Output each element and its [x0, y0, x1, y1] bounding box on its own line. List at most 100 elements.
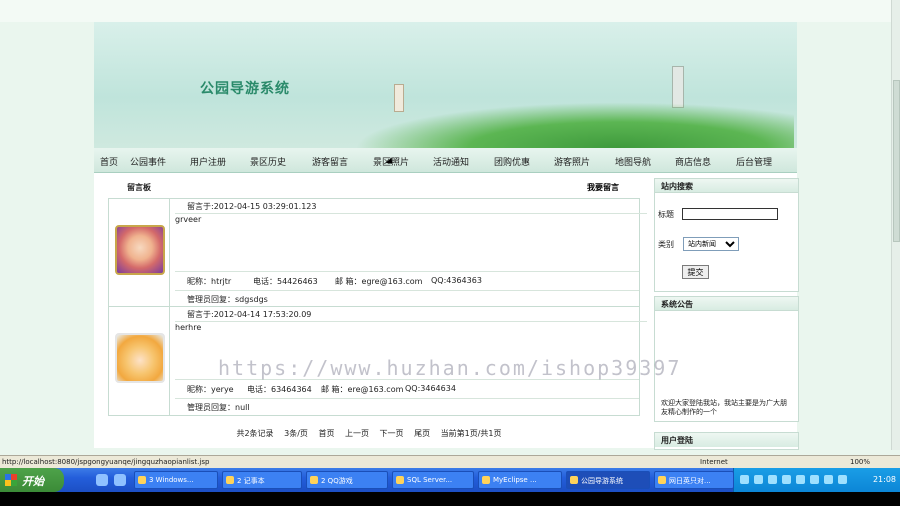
- taskbar-button-label: MyEclipse ...: [493, 476, 537, 484]
- partial-red-header: [100, 0, 380, 14]
- web-page: 公园导游系统 首页 公园事件 用户注册 景区历史 游客留言 景区照片 活动通知 团购优惠 游客照…: [94, 22, 799, 450]
- screen-bottom-bar: [0, 492, 900, 506]
- site-search-box: 站内搜索 标题 类别 站内新闻 提交: [654, 178, 799, 292]
- nav-item[interactable]: 首页: [100, 155, 118, 168]
- message-content: herhre: [175, 323, 202, 332]
- tray-icon[interactable]: [810, 475, 819, 484]
- tray-icon[interactable]: [838, 475, 847, 484]
- app-icon: [138, 476, 146, 484]
- nav-item[interactable]: 景区历史: [250, 155, 286, 168]
- app-icon: [396, 476, 404, 484]
- desktop-quicklaunch-icon[interactable]: [114, 474, 126, 486]
- taskbar: 开始 21:08 3 Windows... 2 记事本 2 QQ游戏 SQL Serv…: [0, 468, 900, 492]
- avatar-cell: [109, 199, 170, 307]
- taskbar-button[interactable]: MyEclipse ...: [478, 471, 562, 489]
- browser-status-bar: http://localhost:8080/jspgongyuanqe/jing…: [0, 455, 900, 469]
- sidebar: 站内搜索 标题 类别 站内新闻 提交 系统公告 欢迎大家登陆我站，我站主要是为广…: [654, 178, 799, 450]
- pager-per-page: 3条/页: [284, 429, 308, 438]
- island-decoration: [354, 102, 794, 148]
- pager-next[interactable]: 下一页: [380, 428, 404, 439]
- leave-message-link[interactable]: 我要留言: [587, 182, 619, 193]
- admin-reply: 管理员回复：null: [175, 398, 639, 415]
- windows-logo-icon: [5, 474, 17, 486]
- message-meta: 昵称：yerye 电话：63464364 邮 箱：ere@163.com QQ:…: [175, 379, 639, 398]
- app-icon: [226, 476, 234, 484]
- app-icon: [310, 476, 318, 484]
- message-meta: 昵称：htrjtr 电话：54426463 邮 箱：egre@163.com Q…: [175, 271, 639, 290]
- taskbar-button[interactable]: 2 QQ游戏: [306, 471, 388, 489]
- start-button[interactable]: 开始: [0, 468, 64, 492]
- tray-icon[interactable]: [824, 475, 833, 484]
- ie-quicklaunch-icon[interactable]: [96, 474, 108, 486]
- taskbar-button[interactable]: 网日英只对...: [654, 471, 734, 489]
- notice-title: 系统公告: [655, 297, 798, 311]
- board-title: 留言板: [127, 183, 151, 192]
- taskbar-button[interactable]: 公园导游系统: [566, 471, 650, 489]
- search-title: 站内搜索: [655, 179, 798, 193]
- pager-prev[interactable]: 上一页: [345, 428, 369, 439]
- message-content: grveer: [175, 215, 202, 224]
- nav-item[interactable]: 游客照片: [554, 155, 590, 168]
- nav-item[interactable]: 地图导航: [615, 155, 651, 168]
- admin-reply-text: 管理员回复：null: [187, 403, 250, 412]
- taskbar-button-label: 3 Windows...: [149, 476, 194, 484]
- submit-button[interactable]: 提交: [682, 265, 709, 279]
- pager-first[interactable]: 首页: [318, 428, 334, 439]
- taskbar-button-label: SQL Server...: [407, 476, 453, 484]
- nickname: 昵称：yerye: [187, 385, 234, 394]
- qq: QQ:4364363: [431, 276, 482, 285]
- message-board: 留言板 我要留言 留言于:2012-04-15 03:29:01.123 grv…: [94, 178, 647, 448]
- taskbar-button-label: 公园导游系统: [581, 477, 623, 485]
- message-item: 留言于:2012-04-15 03:29:01.123 grveer 昵称：ht…: [108, 198, 647, 308]
- pager-current: 当前第1页/共1页: [440, 429, 502, 438]
- message-time: 留言于:2012-04-14 17:53:20.09: [175, 309, 647, 322]
- status-url: http://localhost:8080/jspgongyuanqe/jing…: [2, 458, 210, 466]
- admin-reply-text: 管理员回复：sdgsdgs: [187, 295, 268, 304]
- tray-icon[interactable]: [768, 475, 777, 484]
- browser-top-strip: [0, 0, 900, 22]
- title-input[interactable]: [682, 208, 778, 220]
- vertical-scrollbar[interactable]: [891, 0, 900, 450]
- avatar-cell: [109, 307, 170, 415]
- app-icon: [658, 476, 666, 484]
- nav-item[interactable]: 公园事件: [130, 155, 166, 168]
- qq: QQ:3464634: [405, 384, 456, 393]
- taskbar-button[interactable]: 3 Windows...: [134, 471, 218, 489]
- phone: 电话：54426463: [253, 277, 318, 286]
- category-label: 类别: [658, 240, 674, 249]
- tray-icon[interactable]: [782, 475, 791, 484]
- start-label: 开始: [22, 475, 44, 488]
- nickname: 昵称：htrjtr: [187, 277, 232, 286]
- taskbar-button[interactable]: 2 记事本: [222, 471, 302, 489]
- nav-item[interactable]: 商店信息: [675, 155, 711, 168]
- notice-text: 欢迎大家登陆我站，我站主要是为广大朋友精心制作的一个: [661, 399, 787, 416]
- zoom-level[interactable]: 100%: [850, 458, 870, 466]
- taskbar-button-label: 网日英只对...: [669, 477, 711, 485]
- tray-icon[interactable]: [754, 475, 763, 484]
- app-icon: [570, 476, 578, 484]
- nav-item[interactable]: 活动通知: [433, 155, 469, 168]
- nav-item[interactable]: 后台管理: [736, 155, 772, 168]
- nav-item[interactable]: 用户注册: [190, 155, 226, 168]
- pager-last[interactable]: 尾页: [414, 428, 430, 439]
- nav-item[interactable]: 游客留言: [312, 155, 348, 168]
- site-title: 公园导游系统: [200, 81, 290, 97]
- watermark: https://www.huzhan.com/ishop39397: [218, 356, 682, 380]
- clock: 21:08: [872, 475, 896, 484]
- pagination: 共2条记录 3条/页 首页 上一页 下一页 尾页 当前第1页/共1页: [94, 428, 644, 442]
- title-label: 标题: [658, 210, 674, 219]
- tray-icon[interactable]: [796, 475, 805, 484]
- app-icon: [482, 476, 490, 484]
- nav-item[interactable]: 团购优惠: [494, 155, 530, 168]
- email: 邮 箱：ere@163.com: [321, 385, 404, 394]
- login-box: 用户登陆: [654, 432, 799, 450]
- pager-total: 共2条记录: [236, 429, 274, 438]
- category-select[interactable]: 站内新闻: [683, 237, 739, 251]
- admin-reply: 管理员回复：sdgsdgs: [175, 290, 639, 307]
- avatar: [115, 225, 165, 275]
- message-time: 留言于:2012-04-15 03:29:01.123: [175, 201, 647, 214]
- scrollbar-thumb[interactable]: [893, 80, 900, 242]
- taskbar-button[interactable]: SQL Server...: [392, 471, 474, 489]
- login-title: 用户登陆: [655, 433, 798, 447]
- tray-icon[interactable]: [740, 475, 749, 484]
